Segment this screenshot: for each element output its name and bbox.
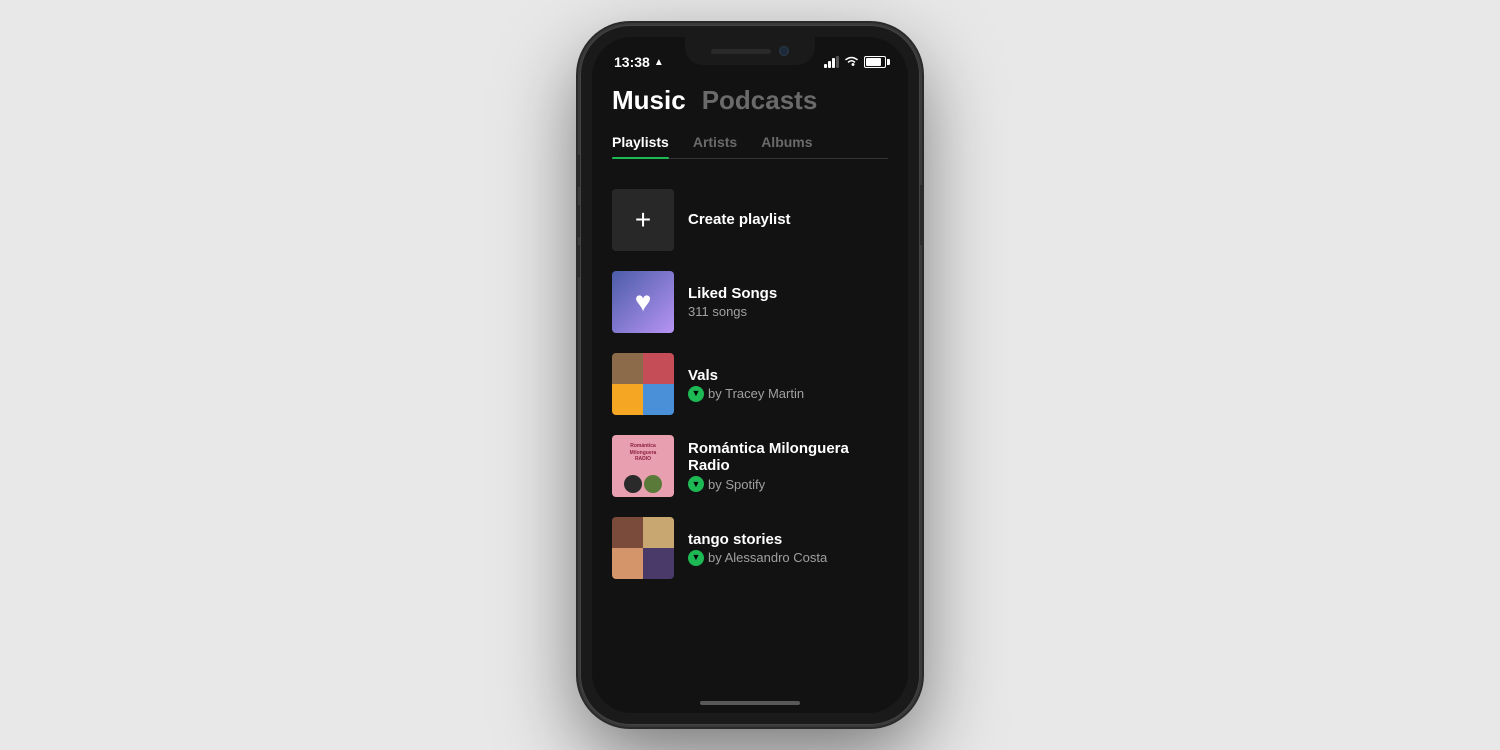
- playlist-title: Romántica Milonguera Radio: [688, 440, 888, 474]
- list-item[interactable]: ♥ Liked Songs 311 songs: [612, 261, 888, 343]
- phone-frame: 13:38 ▲: [580, 25, 920, 725]
- download-icon: ▼: [688, 386, 704, 402]
- list-item[interactable]: Vals ▼ by Tracey Martin: [612, 343, 888, 425]
- liked-songs-info: Liked Songs 311 songs: [688, 285, 888, 319]
- camera: [779, 46, 789, 56]
- playlist-subtitle: ▼ by Spotify: [688, 476, 888, 492]
- list-item[interactable]: tango stories ▼ by Alessandro Costa: [612, 507, 888, 589]
- playlist-subtitle: ▼ by Tracey Martin: [688, 386, 888, 402]
- create-playlist-info: Create playlist: [688, 211, 888, 230]
- romantica-info: Romántica Milonguera Radio ▼ by Spotify: [688, 440, 888, 492]
- notch: [685, 37, 815, 65]
- playlist-subtitle: 311 songs: [688, 304, 888, 319]
- vals-info: Vals ▼ by Tracey Martin: [688, 367, 888, 402]
- location-icon: ▲: [654, 57, 664, 68]
- wifi-icon: [844, 55, 859, 70]
- home-indicator: [700, 701, 800, 705]
- list-item[interactable]: RománticaMilongueraRADIO Romántica Milon…: [612, 425, 888, 507]
- playlist-subtitle: ▼ by Alessandro Costa: [688, 550, 888, 566]
- status-time: 13:38 ▲: [614, 54, 664, 70]
- tab-artists[interactable]: Artists: [693, 134, 737, 158]
- phone-screen: 13:38 ▲: [592, 37, 908, 713]
- download-icon: ▼: [688, 550, 704, 566]
- battery-icon: [864, 56, 886, 68]
- tango-thumb: [612, 517, 674, 579]
- signal-icon: [824, 56, 839, 68]
- playlist-list: + Create playlist ♥ Liked Songs 311 song…: [612, 179, 888, 589]
- playlist-title: Vals: [688, 367, 888, 384]
- speaker: [711, 49, 771, 54]
- list-item[interactable]: + Create playlist: [612, 179, 888, 261]
- time-display: 13:38: [614, 54, 650, 70]
- tab-podcasts[interactable]: Podcasts: [702, 85, 818, 116]
- tab-music[interactable]: Music: [612, 85, 686, 116]
- create-playlist-thumb: +: [612, 189, 674, 251]
- tango-info: tango stories ▼ by Alessandro Costa: [688, 531, 888, 566]
- playlist-title: Liked Songs: [688, 285, 888, 302]
- vals-thumb: [612, 353, 674, 415]
- romantica-thumb: RománticaMilongueraRADIO: [612, 435, 674, 497]
- tab-playlists[interactable]: Playlists: [612, 134, 669, 158]
- playlist-title: Create playlist: [688, 211, 888, 228]
- sub-tab-bar: Playlists Artists Albums: [612, 134, 888, 159]
- main-tab-bar: Music Podcasts: [612, 85, 888, 116]
- download-icon: ▼: [688, 476, 704, 492]
- liked-songs-thumb: ♥: [612, 271, 674, 333]
- tab-albums[interactable]: Albums: [761, 134, 812, 158]
- main-content: Music Podcasts Playlists Artists Albums …: [592, 77, 908, 589]
- heart-icon: ♥: [635, 286, 652, 318]
- playlist-title: tango stories: [688, 531, 888, 548]
- status-icons: [824, 55, 886, 70]
